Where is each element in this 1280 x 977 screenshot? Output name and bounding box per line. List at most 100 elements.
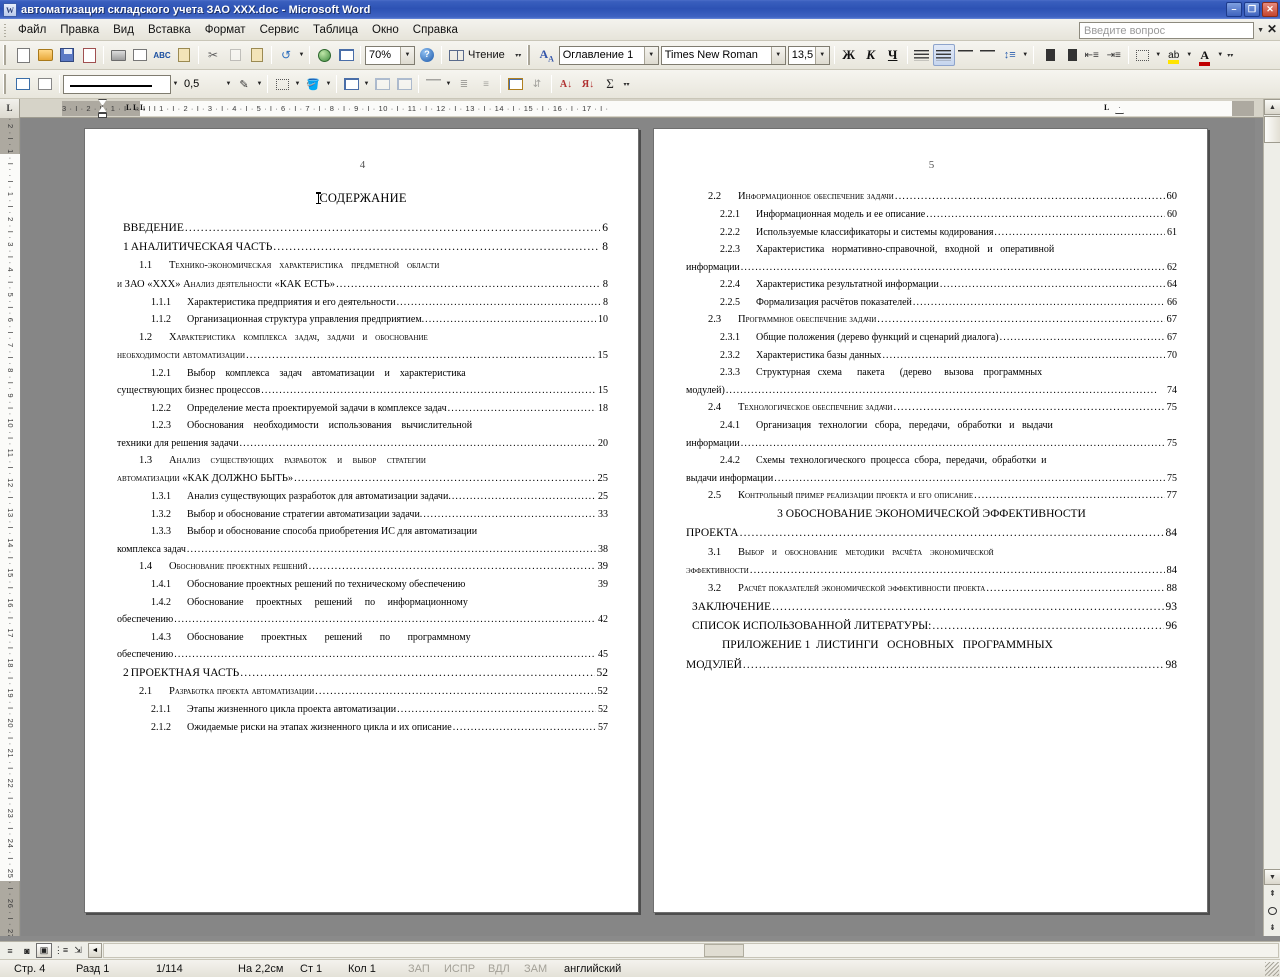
toc-entry-line[interactable]: 1.4.3Обоснование проектных решений по пр… [117,632,608,644]
toc-entry-line[interactable]: 1.4.1Обоснование проектных решений по те… [117,579,608,591]
undo-icon[interactable]: ↺ [275,44,297,66]
font-size-combo[interactable]: 13,5 ▼ [788,46,830,65]
minimize-button[interactable]: – [1226,2,1242,17]
toc-entry-line[interactable]: техники для решения задачи..............… [117,438,608,450]
select-browse-object-button[interactable] [1264,902,1280,919]
open-folder-icon[interactable] [34,44,56,66]
toc-entry-line[interactable]: 1.3.1Анализ существующих разработок для … [117,491,608,503]
italic-button[interactable]: К [860,44,882,66]
menu-insert[interactable]: Вставка [141,22,198,38]
change-text-direction-icon[interactable]: ⇵ [526,73,548,95]
toc-entry-line[interactable]: необходимости автоматизации.............… [117,350,608,362]
align-left-icon[interactable] [911,44,933,66]
undo-dropdown-icon[interactable]: ▼ [297,52,306,58]
toc-entry-line[interactable]: 2.2.2Используемые классификаторы и систе… [686,227,1177,239]
toc-entry-line[interactable]: 1.1Технико-экономическая характеристика … [117,260,608,272]
print-icon[interactable] [107,44,129,66]
reading-layout-button[interactable]: Чтение [445,44,513,66]
chevron-down-icon[interactable]: ▼ [1257,27,1264,34]
distribute-rows-icon[interactable]: ≣ [453,73,475,95]
autosum-icon[interactable]: Σ [599,73,621,95]
toc-entry-line[interactable]: модулей)................................… [686,385,1177,397]
chevron-down-icon[interactable]: ▼ [1185,52,1194,58]
toc-entry-line[interactable]: 2.3.3Структурная схема пакета (дерево вы… [686,367,1177,379]
new-document-icon[interactable] [12,44,34,66]
document-page-left[interactable]: 4 СОДЕРЖАНИЕ ВВЕДЕНИЕ...................… [84,128,639,913]
toc-entry-line[interactable]: 2.2.3Характеристика нормативно-справочно… [686,244,1177,256]
align-cell-icon[interactable] [422,73,444,95]
numbered-list-icon[interactable] [1037,44,1059,66]
shading-color-icon[interactable]: 🪣 [302,73,324,95]
help-icon[interactable]: ? [416,44,438,66]
insert-table-icon[interactable] [340,73,362,95]
toc-entry-line[interactable]: информации..............................… [686,262,1177,274]
sort-ascending-icon[interactable]: А↓ [555,73,577,95]
toc-entry-line[interactable]: МОДУЛЕЙ.................................… [686,659,1177,672]
style-combo[interactable]: Оглавление 1 ▼ [559,46,659,65]
toolbar-overflow-icon[interactable]: ▾▾ [1225,44,1236,66]
toc-entry-line[interactable]: 1.1.2Организационная структура управлени… [117,314,608,326]
toc-entry-line[interactable]: 3.2Расчёт показателей экономической эффе… [686,583,1177,595]
chevron-down-icon[interactable]: ▼ [644,47,658,64]
toolbar-overflow-icon[interactable]: ▾▾ [513,44,524,66]
chevron-down-icon[interactable]: ▼ [1216,52,1225,58]
toc-entry-line[interactable]: 1.2.1Выбор комплекса задач автоматизации… [117,368,608,380]
chevron-down-icon[interactable]: ▼ [771,47,785,64]
toc-entry-line[interactable]: 1АНАЛИТИЧЕСКАЯ ЧАСТЬ....................… [117,241,608,254]
view-print-layout[interactable]: ▣ [36,943,52,958]
status-track-changes[interactable]: ИСПР [440,963,484,975]
chevron-down-icon[interactable]: ▼ [815,47,829,64]
line-weight-combo[interactable]: 0,5 [181,75,223,94]
vertical-ruler[interactable]: · 2 · I · 1 · I · · I · 1 · I · 2 · I · … [0,118,20,936]
tab-stop-selector[interactable]: L [0,99,20,118]
paste-clipboard-icon[interactable] [246,44,268,66]
toc-entry-line[interactable]: 2.2.5Формализация расчётов показателей..… [686,297,1177,309]
chevron-down-icon[interactable]: ▼ [400,47,414,64]
distribute-columns-icon[interactable]: ≡ [475,73,497,95]
document-canvas[interactable]: 4 СОДЕРЖАНИЕ ВВЕДЕНИЕ...................… [21,118,1255,936]
view-outline[interactable]: ⋮≡ [53,943,69,958]
spelling-check-icon[interactable]: ABC [151,44,173,66]
toc-entry-line[interactable]: 2.3.2Характеристика базы данных.........… [686,350,1177,362]
print-preview-icon[interactable] [129,44,151,66]
draw-table-icon[interactable] [12,73,34,95]
toc-entry-line[interactable]: 1.4Обоснование проектных решений........… [117,561,608,573]
toc-entry-line[interactable]: 1.2Характеристика комплекса задач, задач… [117,332,608,344]
sort-descending-icon[interactable]: Я↓ [577,73,599,95]
previous-page-button[interactable]: ⇞ [1264,885,1280,902]
merge-cells-icon[interactable] [371,73,393,95]
split-cells-icon[interactable] [393,73,415,95]
toc-entry-line[interactable]: 2.4.1Организация технологии сбора, перед… [686,420,1177,432]
toc-entry-line[interactable]: выдачи информации.......................… [686,473,1177,485]
view-reading-layout[interactable]: ⇲ [70,943,86,958]
copy-icon[interactable] [224,44,246,66]
chevron-down-icon[interactable]: ▼ [1021,52,1030,58]
scroll-left-button[interactable]: ◄ [88,943,102,958]
next-page-button[interactable]: ⇟ [1264,919,1280,936]
increase-indent-icon[interactable]: ⇥≡ [1103,44,1125,66]
toc-entry-line[interactable]: ВВЕДЕНИЕ................................… [117,222,608,235]
toc-entry-line[interactable]: обеспечению.............................… [117,649,608,661]
toc-entry-line[interactable]: информации..............................… [686,438,1177,450]
borders-icon[interactable] [1132,44,1154,66]
toc-entry-line[interactable]: ЗАКЛЮЧЕНИЕ..............................… [686,601,1177,614]
research-icon[interactable] [173,44,195,66]
scroll-thumb[interactable] [1264,116,1280,143]
bold-button[interactable]: Ж [838,44,860,66]
toc-entry-line[interactable]: 3 ОБОСНОВАНИЕ ЭКОНОМИЧЕСКОЙ ЭФФЕКТИВНОСТ… [686,508,1177,521]
highlight-icon[interactable]: ab [1163,44,1185,66]
horizontal-ruler[interactable]: L 3 · I · 2 · I · 1 · I · ⌂ I I I 1 · I … [0,99,1280,118]
table-autoformat-icon[interactable] [504,73,526,95]
bulleted-list-icon[interactable] [1059,44,1081,66]
toolbar-grip[interactable] [527,45,533,65]
toc-entry-line[interactable]: 2.1Разработка проекта автоматизации.....… [117,686,608,698]
align-justify-icon[interactable] [977,44,999,66]
toc-entry-line[interactable]: 1.3.3Выбор и обоснование способа приобре… [117,526,608,538]
styles-and-formatting-icon[interactable]: AA [536,44,558,66]
status-language[interactable]: английский [560,963,625,975]
menu-file[interactable]: Файл [11,22,53,38]
tab-mark-2[interactable]: L [133,103,138,112]
permission-icon[interactable] [78,44,100,66]
toolbar-overflow-icon[interactable]: ▾▾ [621,73,632,95]
insert-hyperlink-icon[interactable] [313,44,335,66]
